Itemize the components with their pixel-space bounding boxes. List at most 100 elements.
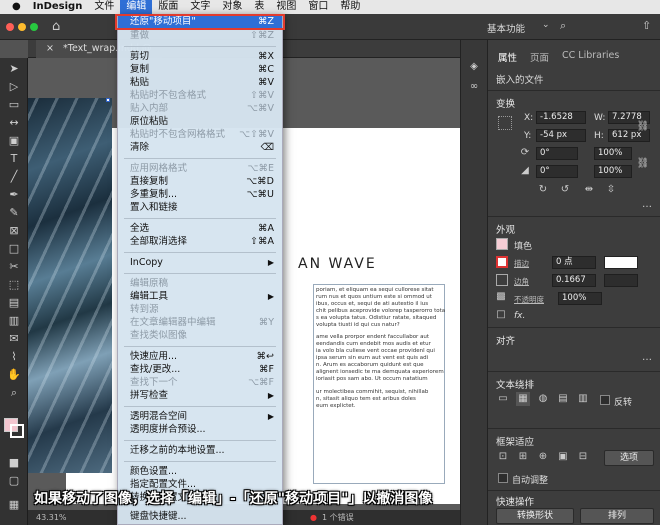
menu-item-spelling[interactable]: 拼写检查 ▶ [118, 390, 282, 402]
zoom-tool-icon[interactable]: ⌕ [5, 386, 23, 400]
menu-view[interactable]: 视图 [270, 0, 302, 14]
menu-item-incopy[interactable]: InCopy ▶ [118, 257, 282, 269]
wrap-none-icon[interactable]: ▭ [496, 392, 510, 406]
constrain-scale-icon[interactable]: ⛓ [636, 157, 650, 171]
stroke-swatch[interactable] [10, 424, 24, 438]
x-position-input[interactable]: -1.6528 [536, 111, 586, 124]
menu-item-paste[interactable]: 粘贴 ⌘V [118, 77, 282, 89]
menu-item-flattener-presets[interactable]: 透明度拼合预设... [118, 424, 282, 436]
scissors-tool-icon[interactable]: ✂ [5, 260, 23, 274]
convert-shape-button[interactable]: 转换形状 [496, 508, 574, 524]
menu-item-transparency-blend-space[interactable]: 透明混合空间 ▶ [118, 411, 282, 423]
apple-menu-icon[interactable]: ● [6, 0, 27, 14]
rotate-cw-icon[interactable]: ↻ [536, 183, 550, 197]
wrap-next-column-icon[interactable]: ▥ [576, 392, 590, 406]
gradient-feather-tool-icon[interactable]: ▥ [5, 314, 23, 328]
reference-point-icon[interactable] [498, 116, 512, 130]
minimize-window-button[interactable] [18, 23, 26, 31]
opacity-input[interactable]: 100% [558, 292, 602, 305]
menu-item-cut[interactable]: 剪切 ⌘X [118, 51, 282, 63]
free-transform-tool-icon[interactable]: ⬚ [5, 278, 23, 292]
center-content-icon[interactable]: ⊕ [536, 450, 550, 464]
stroke-color-swatch[interactable] [496, 256, 508, 268]
menu-item-copy[interactable]: 复制 ⌘C [118, 64, 282, 76]
selection-tool-icon[interactable]: ➤ [5, 62, 23, 76]
layers-icon[interactable]: ◈ [467, 60, 481, 74]
menu-file[interactable]: 文件 [88, 0, 120, 14]
fit-content-frame-icon[interactable]: ⊡ [496, 450, 510, 464]
direct-selection-tool-icon[interactable]: ▷ [5, 80, 23, 94]
menu-item-clear[interactable]: 清除 ⌫ [118, 142, 282, 154]
menu-item-color-settings[interactable]: 颜色设置... [118, 466, 282, 478]
hand-tool-icon[interactable]: ✋ [5, 368, 23, 382]
fit-proportionally-icon[interactable]: ⊟ [576, 450, 590, 464]
workspace-switcher[interactable]: 基本功能 [487, 21, 525, 35]
options-button[interactable]: 选项 [604, 450, 654, 466]
menu-item-step-and-repeat[interactable]: 多重复制... ⌥⌘U [118, 189, 282, 201]
chevron-down-icon[interactable]: ⌄ [542, 20, 550, 30]
menu-window[interactable]: 窗口 [302, 0, 334, 14]
tab-cc-libraries[interactable]: CC Libraries [562, 50, 619, 61]
search-icon[interactable]: ⌕ [560, 19, 566, 33]
menu-item-deselect-all[interactable]: 全部取消选择 ⇧⌘A [118, 236, 282, 248]
apply-color-icon[interactable]: ■ [5, 456, 23, 470]
menu-item-find-change[interactable]: 查找/更改... ⌘F [118, 364, 282, 376]
scale-y-input[interactable]: 100% [594, 165, 632, 178]
gap-tool-icon[interactable]: ↔ [5, 116, 23, 130]
effects-button[interactable]: fx. [514, 311, 525, 321]
menu-item-place-and-link[interactable]: 置入和链接 [118, 202, 282, 214]
pencil-tool-icon[interactable]: ✎ [5, 206, 23, 220]
menu-layout[interactable]: 版面 [152, 0, 184, 14]
menu-type[interactable]: 文字 [184, 0, 216, 14]
arrange-button[interactable]: 排列 [580, 508, 654, 524]
rectangle-frame-tool-icon[interactable]: ⊠ [5, 224, 23, 238]
wrap-jump-object-icon[interactable]: ▤ [556, 392, 570, 406]
note-tool-icon[interactable]: ✉ [5, 332, 23, 346]
menu-item-edit-with[interactable]: 编辑工具 ▶ [118, 291, 282, 303]
menu-item-select-all[interactable]: 全选 ⌘A [118, 223, 282, 235]
content-collector-icon[interactable]: ▣ [5, 134, 23, 148]
zoom-window-button[interactable] [30, 23, 38, 31]
pen-tool-icon[interactable]: ✒ [5, 188, 23, 202]
shear-angle-input[interactable]: 0° [536, 165, 578, 178]
links-icon[interactable]: ∞ [467, 80, 481, 94]
gradient-tool-icon[interactable]: ▤ [5, 296, 23, 310]
line-tool-icon[interactable]: ╱ [5, 170, 23, 184]
home-icon[interactable]: ⌂ [52, 19, 60, 34]
tab-pages[interactable]: 页面 [530, 50, 549, 64]
menu-app[interactable]: InDesign [27, 0, 89, 14]
wrap-bounding-box-icon[interactable]: ▦ [516, 392, 530, 406]
menu-item-migrate-settings[interactable]: 迁移之前的本地设置... [118, 445, 282, 457]
flip-horizontal-icon[interactable]: ⇹ [582, 183, 596, 197]
stroke-weight-input[interactable]: 0 点 [552, 256, 596, 269]
more-options-icon[interactable]: … [640, 351, 654, 365]
constrain-proportions-icon[interactable]: ⛓ [636, 120, 650, 134]
menu-object[interactable]: 对象 [216, 0, 248, 14]
more-options-icon[interactable]: … [640, 198, 654, 212]
zoom-level[interactable]: 43.31% [36, 510, 67, 525]
selection-handle[interactable] [106, 98, 110, 102]
flip-vertical-icon[interactable]: ⇳ [604, 183, 618, 197]
y-position-input[interactable]: -54 px [536, 129, 586, 142]
screen-mode-icon[interactable]: ▢ [5, 474, 23, 488]
scale-x-input[interactable]: 100% [594, 147, 632, 160]
eyedropper-tool-icon[interactable]: ⌇ [5, 350, 23, 364]
menu-item-duplicate[interactable]: 直接复制 ⌥⌘D [118, 176, 282, 188]
fit-frame-content-icon[interactable]: ⊞ [516, 450, 530, 464]
stroke-type-dropdown[interactable] [604, 256, 638, 269]
tab-properties[interactable]: 属性 [498, 50, 517, 64]
type-tool-icon[interactable]: T [5, 152, 23, 166]
page-tool-icon[interactable]: ▭ [5, 98, 23, 112]
share-icon[interactable]: ⇧ [642, 19, 651, 32]
rotate-ccw-icon[interactable]: ↺ [558, 183, 572, 197]
menu-table[interactable]: 表 [248, 0, 270, 14]
rotation-angle-input[interactable]: 0° [536, 147, 578, 160]
menu-edit[interactable]: 编辑 [120, 0, 153, 14]
auto-fit-checkbox[interactable] [498, 473, 508, 483]
fill-color-swatch[interactable] [496, 238, 508, 250]
menu-item-quick-apply[interactable]: 快速应用... ⌘↩ [118, 351, 282, 363]
view-mode-icon[interactable]: ▦ [5, 498, 23, 512]
corner-radius-input[interactable]: 0.1667 [552, 274, 596, 287]
close-tab-icon[interactable]: × [46, 43, 54, 54]
corner-shape-dropdown[interactable] [604, 274, 638, 287]
